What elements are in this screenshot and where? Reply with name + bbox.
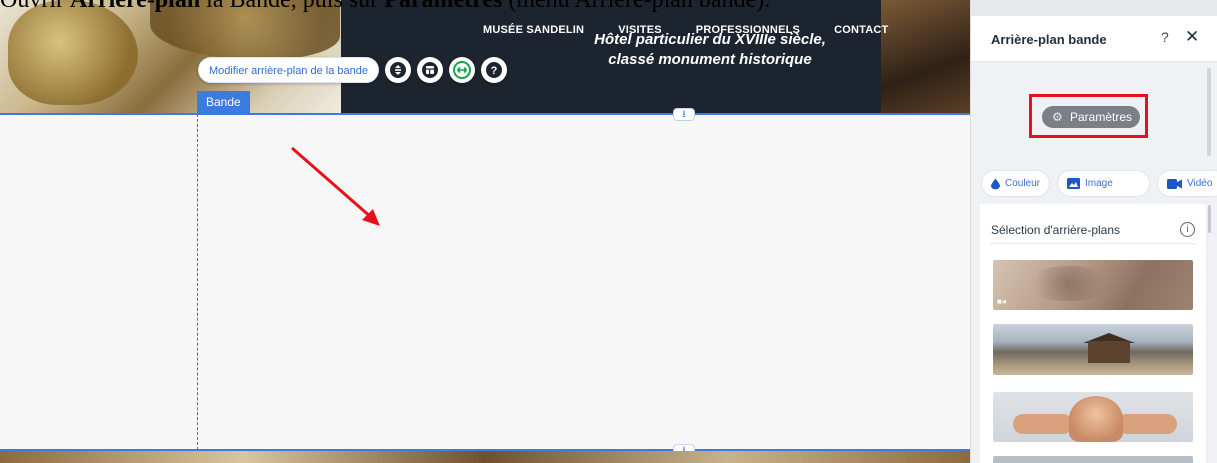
info-icon[interactable]: i [1180, 222, 1195, 237]
background-type-row: Couleur Image Vidéo [981, 170, 1217, 197]
caption-bold-2: Paramètres [384, 0, 503, 13]
caption-bold-1: Arrière-plan [69, 0, 201, 13]
layout-icon [421, 62, 438, 78]
list-scrollbar[interactable] [1208, 205, 1211, 233]
band-tag[interactable]: Bande [197, 91, 250, 113]
selection-top-border [0, 113, 970, 115]
layout-button[interactable] [416, 57, 443, 83]
edit-background-button[interactable]: Modifier arrière-plan de la bande [198, 57, 379, 83]
video-type-label: Vidéo [1187, 178, 1213, 189]
stretch-button[interactable] [448, 57, 475, 83]
caption-suffix: (menu Arrière-plan bande). [502, 0, 771, 13]
layers-button[interactable] [384, 57, 411, 83]
image-type-button[interactable]: Image [1057, 170, 1150, 197]
golden-ornament [8, 0, 138, 105]
background-thumbnail[interactable] [993, 392, 1193, 442]
hero-title-line2: classé monument historique [608, 51, 812, 68]
hero-image-right [881, 0, 970, 114]
grid-guide-line [197, 114, 198, 450]
panel-help-button[interactable]: ? [1161, 29, 1169, 45]
stretch-icon [452, 61, 471, 79]
hero-title: Hôtel particulier du XVIIIe siècle, clas… [560, 30, 860, 70]
settings-button[interactable]: ⚙ Paramètres [1042, 106, 1140, 128]
background-thumbnail[interactable]: ■◂ [993, 260, 1193, 310]
image-type-label: Image [1085, 178, 1113, 189]
panel-scrollbar[interactable] [1207, 68, 1211, 156]
background-thumbnail[interactable] [993, 456, 1193, 463]
caption-prefix: Ouvrir [0, 0, 70, 13]
help-icon: ? [485, 62, 502, 78]
hero-title-line1: Hôtel particulier du XVIIIe siècle, [594, 31, 826, 48]
background-thumbnail[interactable] [993, 324, 1193, 375]
image-icon [1067, 178, 1080, 189]
red-arrow-icon [291, 146, 380, 226]
video-badge-icon: ■◂ [997, 297, 1006, 306]
resize-handle-top[interactable]: ⭳ [673, 108, 695, 121]
panel-title: Arrière-plan bande [991, 32, 1107, 47]
layers-icon [389, 62, 406, 78]
color-type-button[interactable]: Couleur [981, 170, 1050, 197]
settings-button-label: Paramètres [1070, 110, 1133, 124]
svg-text:?: ? [491, 65, 498, 77]
panel-header: Arrière-plan bande ? ✕ [971, 16, 1217, 62]
drop-icon [991, 178, 1000, 189]
arm-right [1117, 414, 1177, 434]
selection-divider [990, 243, 1195, 244]
next-section-image [0, 451, 970, 463]
editor-canvas: MUSÉE SANDELIN VISITES PROFESSIONNELS CO… [0, 0, 970, 463]
video-icon [1167, 178, 1182, 189]
praying-hands [1069, 396, 1123, 442]
instruction-caption: Ouvrir Arrière-plan la Bande, puis sur P… [0, 0, 1217, 14]
mountain-cabin [1088, 341, 1130, 363]
color-type-label: Couleur [1004, 178, 1040, 189]
shadow-leaves [1023, 266, 1113, 301]
band-toolbar: Modifier arrière-plan de la bande ? [198, 57, 507, 83]
gear-icon: ⚙ [1052, 110, 1063, 124]
help-button[interactable]: ? [480, 57, 507, 83]
arm-left [1013, 414, 1073, 434]
panel-close-button[interactable]: ✕ [1185, 27, 1199, 47]
caption-middle: la Bande, puis sur [200, 0, 385, 13]
selection-label: Sélection d'arrière-plans [991, 223, 1121, 237]
video-type-button[interactable]: Vidéo [1157, 170, 1217, 197]
